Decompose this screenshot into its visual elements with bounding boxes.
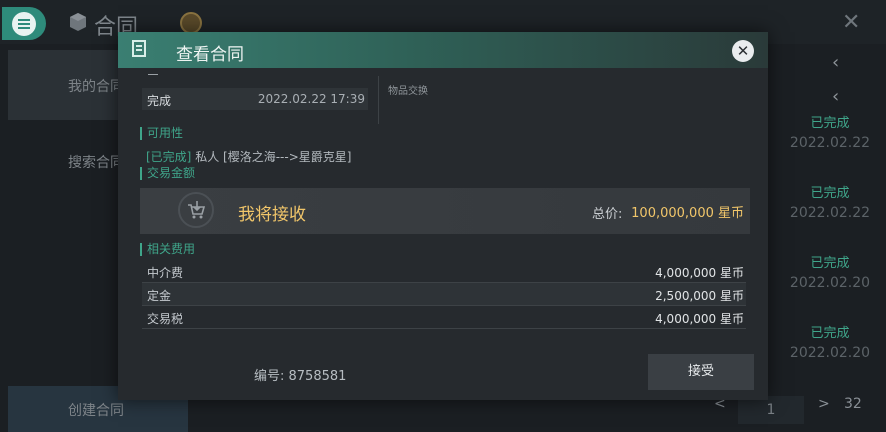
fee-name: 中介费 xyxy=(147,266,184,280)
fees-heading: 相关费用 xyxy=(140,243,195,256)
fee-row: 定金 2,500,000 星币 xyxy=(142,283,746,306)
view-contract-dialog: 查看合同 ✕ 完成 2022.02.22 17:39 物品交换 可用性 [已完成… xyxy=(118,32,768,400)
total-price-value: 100,000,000 星币 xyxy=(631,206,744,221)
availability-heading: 可用性 xyxy=(140,127,183,140)
page-number-input[interactable]: 1 xyxy=(738,396,804,424)
fee-row: 中介费 4,000,000 星币 xyxy=(142,260,746,283)
contract-cube-icon xyxy=(68,12,90,34)
status-badge: 已完成 xyxy=(810,256,850,271)
status-badge: 已完成 xyxy=(810,116,850,131)
accept-button[interactable]: 接受 xyxy=(648,354,754,390)
fee-row: 交易税 4,000,000 星币 xyxy=(142,306,746,329)
status-row: 完成 2022.02.22 17:39 xyxy=(142,88,368,110)
sidebar-item-label: 搜索合同 xyxy=(68,155,124,171)
receive-amount-bar: 我将接收 总价: 100,000,000 星币 xyxy=(140,188,750,234)
fee-value: 2,500,000 星币 xyxy=(655,289,744,303)
sidebar-item-label: 我的合同 xyxy=(68,79,124,95)
availability-route: 私人 [樱洛之海--->星爵克星] xyxy=(195,150,352,164)
entry-date: 2022.02.22 xyxy=(789,135,871,151)
divider xyxy=(378,76,379,124)
menu-button[interactable] xyxy=(2,7,46,40)
create-contract-label: 创建合同 xyxy=(68,403,124,419)
goods-exchange-label: 物品交换 xyxy=(388,86,428,97)
fee-name: 交易税 xyxy=(147,312,184,326)
list-item[interactable]: 已完成 2022.02.22 xyxy=(780,112,880,151)
entry-date: 2022.02.20 xyxy=(789,345,871,361)
list-item[interactable]: 已完成 2022.02.22 xyxy=(780,182,880,221)
status-label: 完成 xyxy=(147,94,172,108)
chevron-left-icon[interactable]: ‹ xyxy=(832,52,839,73)
total-pages: 32 xyxy=(844,396,862,412)
status-badge: 已完成 xyxy=(810,326,850,341)
page-close-icon[interactable]: ✕ xyxy=(842,10,860,35)
amount-heading: 交易金额 xyxy=(140,167,195,180)
divider xyxy=(148,74,158,75)
document-icon xyxy=(130,39,152,61)
availability-detail: [已完成] 私人 [樱洛之海--->星爵克星] xyxy=(146,148,351,165)
fee-name: 定金 xyxy=(147,289,172,303)
next-page-button[interactable]: > xyxy=(818,396,830,412)
availability-tag: [已完成] xyxy=(146,150,192,164)
total-price-label: 总价: xyxy=(592,207,623,222)
contract-number: 编号: 8758581 xyxy=(254,369,347,384)
cart-download-icon xyxy=(178,192,214,228)
entry-date: 2022.02.20 xyxy=(789,275,871,291)
status-badge: 已完成 xyxy=(810,186,850,201)
entry-date: 2022.02.22 xyxy=(789,205,871,221)
list-item[interactable]: 已完成 2022.02.20 xyxy=(780,252,880,291)
menu-icon xyxy=(12,11,36,36)
status-datetime: 2022.02.22 17:39 xyxy=(257,92,365,106)
currency-icon xyxy=(180,12,202,34)
receive-label: 我将接收 xyxy=(238,205,306,225)
fee-value: 4,000,000 星币 xyxy=(655,312,744,326)
list-item[interactable]: 已完成 2022.02.20 xyxy=(780,322,880,361)
dialog-title: 查看合同 xyxy=(176,45,244,65)
chevron-left-icon[interactable]: ‹ xyxy=(832,86,839,107)
fee-value: 4,000,000 星币 xyxy=(655,266,744,280)
close-icon[interactable]: ✕ xyxy=(732,40,754,62)
dialog-header: 查看合同 xyxy=(118,32,768,68)
